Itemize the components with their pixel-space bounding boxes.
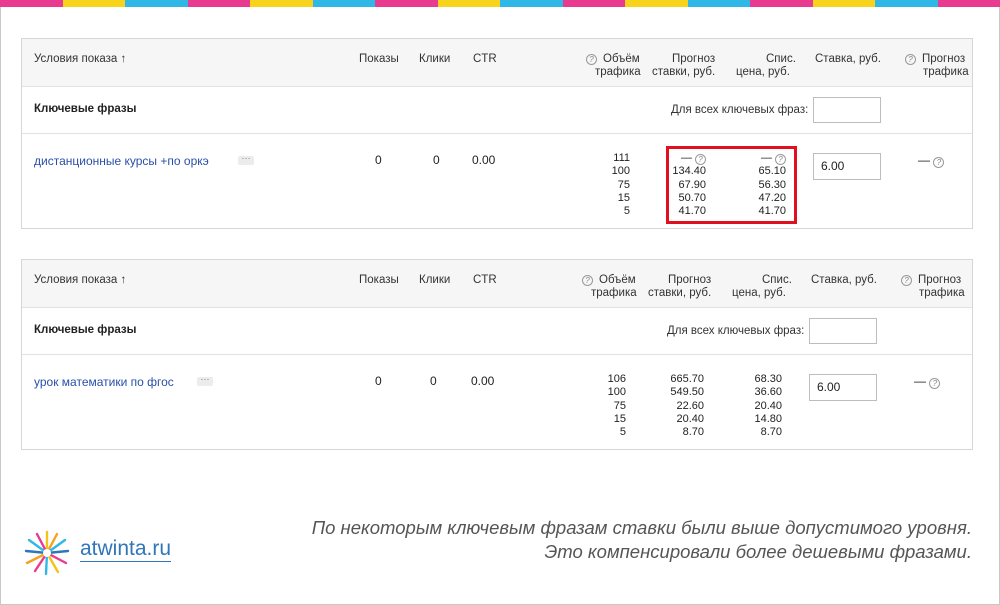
atwinta-logo-icon (24, 530, 70, 576)
more-menu-icon[interactable]: ··· (238, 154, 254, 165)
col-traffic-forecast-line2: трафика (919, 287, 965, 299)
keyword-phrase-link[interactable]: урок математики по фгос (34, 375, 174, 389)
stripe-segment (62, 0, 125, 7)
col-bid-forecast-line2: ставки, руб. (652, 66, 716, 78)
ctr-value: 0.00 (471, 374, 495, 388)
bid-input[interactable]: 6.00 (813, 153, 881, 180)
table-header: Условия показа ↑ Показы Клики CTR ? Объё… (22, 39, 972, 87)
stripe-segment (312, 0, 375, 7)
stripe-segment (750, 0, 813, 7)
col-bid: Ставка, руб. (815, 53, 881, 65)
col-charged-price: Спис. (766, 53, 796, 65)
col-clicks[interactable]: Клики (419, 53, 450, 66)
keyword-phrase-link[interactable]: дистанционные курсы +по оркэ (34, 154, 209, 168)
forecast-bid-list: 665.70 549.50 22.60 20.40 8.70 (670, 373, 704, 439)
color-stripe (0, 0, 1000, 7)
traffic-volume-list: 111 100 75 15 5 (611, 152, 630, 218)
col-bid: Ставка, руб. (811, 274, 877, 286)
stripe-segment (687, 0, 750, 7)
traffic-volume-list: 106 100 75 15 5 (607, 373, 626, 439)
stripe-segment (937, 0, 1000, 7)
impressions-value: 0 (375, 374, 382, 388)
col-traffic-forecast-line2: трафика (923, 66, 969, 78)
col-traffic-forecast: Прогноз (922, 53, 966, 65)
bids-table-1: Условия показа ↑ Показы Клики CTR ? Объё… (21, 38, 973, 229)
table-header: Условия показа ↑ Показы Клики CTR ? Объё… (22, 260, 972, 308)
col-traffic-volume: Объём (603, 53, 640, 65)
help-icon[interactable]: ? (582, 273, 593, 286)
all-phrases-bid-input[interactable] (813, 97, 881, 123)
col-bid-forecast: Прогноз (668, 274, 712, 286)
bid-input[interactable]: 6.00 (809, 374, 877, 401)
help-icon[interactable]: ? (901, 273, 912, 286)
more-menu-icon[interactable]: ··· (197, 375, 213, 386)
col-traffic-forecast: Прогноз (918, 274, 962, 286)
caption-line-1: По некоторым ключевым фразам ставки были… (311, 517, 972, 538)
col-charged-price: Спис. (762, 274, 792, 286)
keywords-section: Ключевые фразы Для всех ключевых фраз: (22, 308, 972, 355)
stripe-segment (500, 0, 563, 7)
col-charged-price-line2: цена, руб. (732, 287, 786, 299)
col-ctr[interactable]: CTR (473, 53, 497, 66)
traffic-forecast-value: — ? (914, 374, 941, 389)
stripe-segment (812, 0, 875, 7)
col-conditions[interactable]: Условия показа ↑ (34, 274, 126, 287)
highlight-frame (666, 146, 797, 224)
clicks-value: 0 (430, 374, 437, 388)
stripe-segment (187, 0, 250, 7)
stripe-segment (375, 0, 438, 7)
col-impressions[interactable]: Показы (359, 53, 399, 66)
stripe-segment (0, 0, 63, 7)
col-conditions[interactable]: Условия показа ↑ (34, 53, 126, 66)
keywords-title: Ключевые фразы (34, 103, 137, 115)
stripe-segment (875, 0, 938, 7)
stripe-segment (125, 0, 188, 7)
col-clicks[interactable]: Клики (419, 274, 450, 287)
help-icon[interactable]: ? (586, 52, 597, 65)
col-impressions[interactable]: Показы (359, 274, 399, 287)
bids-table-2: Условия показа ↑ Показы Клики CTR ? Объё… (21, 259, 973, 450)
all-phrases-bid-input[interactable] (809, 318, 877, 344)
stripe-segment (250, 0, 313, 7)
col-traffic-volume-line2: трафика (595, 66, 641, 78)
slide-caption: По некоторым ключевым фразам ставки были… (312, 516, 972, 564)
col-bid-forecast-line2: ставки, руб. (648, 287, 712, 299)
impressions-value: 0 (375, 153, 382, 167)
brand-link[interactable]: atwinta.ru (80, 537, 172, 562)
keywords-title: Ключевые фразы (34, 324, 137, 336)
col-ctr[interactable]: CTR (473, 274, 497, 287)
traffic-forecast-value: — ? (918, 153, 945, 168)
col-traffic-volume: Объём (599, 274, 636, 286)
table-row: дистанционные курсы +по оркэ ··· 0 0 0.0… (22, 134, 972, 228)
table-row: урок математики по фгос ··· 0 0 0.00 106… (22, 355, 972, 449)
stripe-segment (625, 0, 688, 7)
help-icon[interactable]: ? (905, 52, 916, 65)
all-phrases-label: Для всех ключевых фраз: (667, 325, 805, 337)
ctr-value: 0.00 (472, 153, 496, 167)
help-icon: ? (933, 157, 945, 168)
stripe-segment (562, 0, 625, 7)
caption-line-2: Это компенсировали более дешевыми фразам… (544, 541, 972, 562)
clicks-value: 0 (433, 153, 440, 167)
all-phrases-label: Для всех ключевых фраз: (671, 104, 809, 116)
stripe-segment (437, 0, 500, 7)
col-bid-forecast: Прогноз (672, 53, 716, 65)
help-icon: ? (929, 378, 941, 389)
col-traffic-volume-line2: трафика (591, 287, 637, 299)
keywords-section: Ключевые фразы Для всех ключевых фраз: (22, 87, 972, 134)
charged-price-list: 68.30 36.60 20.40 14.80 8.70 (754, 373, 782, 439)
col-charged-price-line2: цена, руб. (736, 66, 790, 78)
